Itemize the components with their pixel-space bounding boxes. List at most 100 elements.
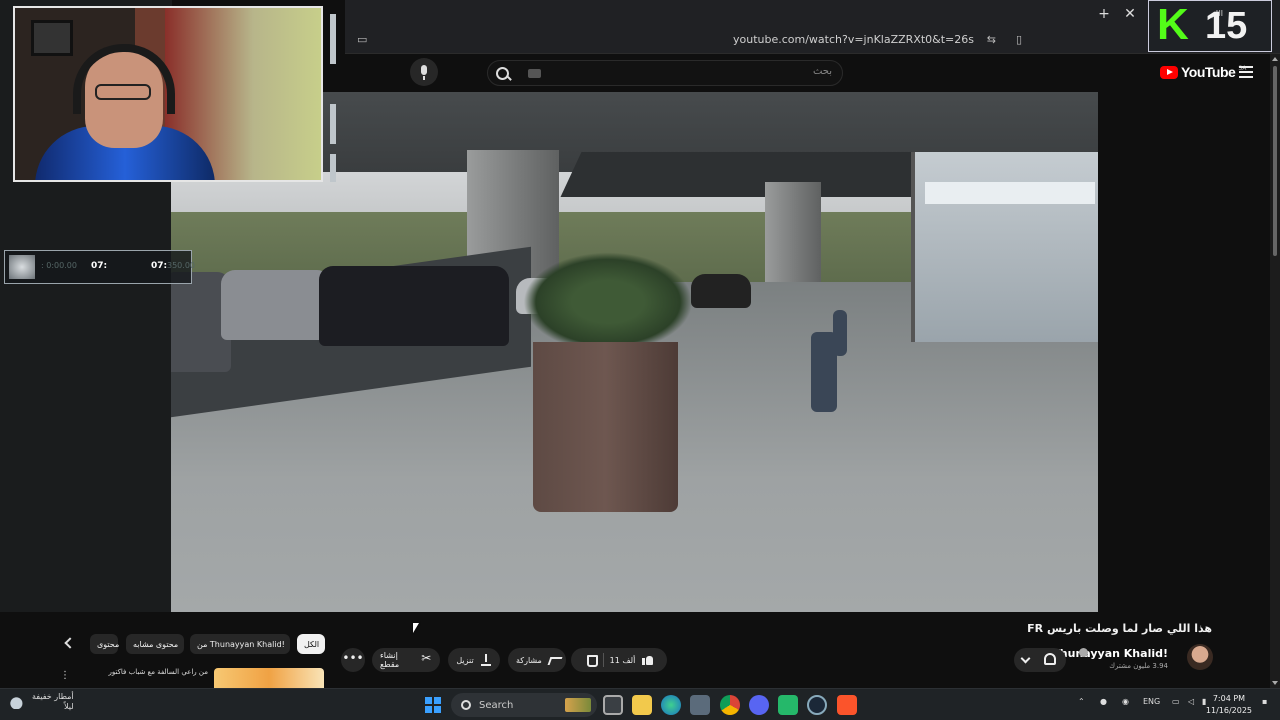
weather-line2: ليلاً	[64, 702, 74, 711]
brave-icon[interactable]	[837, 695, 857, 715]
wifi-icon[interactable]: ▭	[1172, 697, 1180, 706]
url-text[interactable]: youtube.com/watch?v=jnKlaZZRXt0&t=26s	[733, 33, 974, 46]
windows-start-icon[interactable]	[425, 697, 441, 713]
green-app-icon[interactable]	[778, 695, 798, 715]
like-count[interactable]: 11 ألف	[610, 656, 636, 665]
video-scene-car	[691, 274, 751, 308]
webcam-frame-decoration	[323, 4, 343, 189]
clock-time: 7:04 PM	[1212, 694, 1246, 703]
search-placeholder: بحث	[812, 66, 832, 77]
like-icon[interactable]	[641, 654, 654, 666]
video-title: هذا اللي صار لما وصلت باريس FR	[1027, 622, 1212, 635]
keyboard-icon[interactable]	[528, 69, 541, 78]
download-label: تنزيل	[456, 655, 474, 665]
file-explorer-icon[interactable]	[632, 695, 652, 715]
hud-label: 07:	[91, 261, 108, 271]
scroll-down-icon[interactable]	[1272, 681, 1278, 685]
volume-icon[interactable]: ◁	[1188, 697, 1194, 706]
channel-avatar[interactable]	[1187, 644, 1213, 670]
like-dislike-group: 11 ألف	[571, 648, 667, 672]
search-input[interactable]: بحث	[487, 60, 843, 86]
chevron-left-icon[interactable]	[64, 637, 76, 649]
chip-more[interactable]: محتوى	[90, 634, 119, 654]
channel-name[interactable]: Thunayyan Khalid!	[1052, 647, 1168, 660]
edge-icon[interactable]	[661, 695, 681, 715]
bell-icon	[1044, 653, 1056, 665]
video-scene-glass-entrance	[911, 152, 1098, 342]
recommended-more-icon[interactable]: ⋮	[60, 670, 70, 681]
video-scene-car	[221, 270, 331, 340]
windows-taskbar: أمطار خفيفة ليلاً Search ⌃ ● ◉ ENG ▭ ◁ ▮…	[0, 688, 1280, 720]
webcam-picture-frame	[31, 20, 73, 56]
hud-label: 07:	[151, 261, 168, 271]
more-actions-button[interactable]: •••	[341, 648, 365, 672]
scissors-icon	[421, 651, 432, 666]
verified-icon	[1079, 648, 1088, 657]
link-icon[interactable]: ⇆	[987, 33, 996, 46]
start-tile	[434, 697, 441, 704]
task-view-icon[interactable]	[603, 695, 623, 715]
menu-icon[interactable]	[1239, 66, 1253, 78]
mouse-cursor-icon	[413, 623, 419, 633]
webcam-streamer-glasses	[95, 84, 151, 100]
microphone-tray-icon[interactable]: ◉	[1122, 697, 1129, 706]
share-icon	[548, 654, 558, 666]
taskbar-search-label: Search	[479, 699, 514, 711]
search-icon[interactable]	[494, 65, 512, 83]
chip-from-channel[interactable]: من Thunayyan Khalid!	[190, 634, 290, 654]
page-scrollbar[interactable]	[1270, 54, 1280, 688]
weather-icon	[10, 695, 26, 709]
system-clock[interactable]: 7:04 PM 11/16/2025	[1206, 693, 1252, 717]
download-icon	[480, 654, 492, 666]
taskbar-search[interactable]: Search	[451, 693, 597, 717]
divider	[602, 653, 604, 667]
subscriber-count: 3.94 مليون مشترك	[1109, 662, 1168, 670]
scroll-thumb[interactable]	[1273, 66, 1277, 256]
chevron-up-icon[interactable]: ⌃	[1078, 697, 1085, 706]
chrome-icon[interactable]	[720, 695, 740, 715]
share-label: مشاركة	[516, 655, 542, 665]
youtube-logo[interactable]: YouTube SA	[1160, 64, 1246, 80]
video-scene-pillar	[765, 182, 821, 282]
youtube-play-icon	[1160, 65, 1178, 79]
recommended-video-title[interactable]: من راعي السالفة مع شباب فاكتور	[80, 668, 208, 676]
video-scene-planter	[533, 342, 678, 512]
search-icon	[461, 700, 471, 710]
stream-hud-widget: : 0:00.00 07: 07: 350.00	[4, 250, 195, 284]
screen-icon[interactable]: ▭	[357, 33, 367, 46]
start-tile	[425, 706, 432, 713]
video-scene-bollard	[833, 310, 847, 356]
notification-bell-button[interactable]	[1014, 648, 1066, 672]
youtube-logo-text: YouTube	[1181, 64, 1236, 80]
address-bar[interactable]: ▭ youtube.com/watch?v=jnKlaZZRXt0&t=26s …	[345, 28, 1280, 54]
frame-bar	[330, 104, 336, 144]
microphone-icon[interactable]	[410, 58, 438, 86]
notification-icon[interactable]: ▪	[1262, 697, 1267, 706]
plus-icon[interactable]: +	[1094, 4, 1114, 24]
bookmark-icon[interactable]: ▯	[1016, 33, 1022, 46]
scroll-up-icon[interactable]	[1272, 57, 1278, 61]
dislike-icon[interactable]	[585, 654, 598, 667]
video-scene-plant	[523, 252, 693, 352]
clip-label: إنشاء مقطع	[380, 651, 400, 669]
weather-line1: أمطار خفيفة	[32, 692, 74, 701]
network-app-icon[interactable]: ●	[1100, 697, 1107, 706]
hud-right-value: 350.00	[167, 261, 195, 270]
steam-icon[interactable]	[807, 695, 827, 715]
share-button[interactable]: مشاركة	[508, 648, 566, 672]
recommended-video-thumbnail[interactable]	[214, 668, 324, 690]
chip-related[interactable]: محتوى مشابه	[126, 634, 184, 654]
kick-number: 15	[1205, 5, 1248, 47]
weather-widget[interactable]: أمطار خفيفة ليلاً	[10, 692, 74, 712]
video-info-area: هذا اللي صار لما وصلت باريس FR Thunayyan…	[0, 612, 1270, 690]
discord-icon[interactable]	[749, 695, 769, 715]
language-indicator[interactable]: ENG	[1143, 697, 1160, 706]
video-scene-car	[319, 266, 509, 346]
clip-button[interactable]: إنشاء مقطع	[372, 648, 440, 672]
chip-all[interactable]: الكل	[297, 634, 325, 654]
hud-thumbnail	[9, 255, 35, 279]
start-tile	[425, 697, 432, 704]
download-button[interactable]: تنزيل	[448, 648, 500, 672]
close-icon[interactable]: ✕	[1120, 4, 1140, 24]
store-icon[interactable]	[690, 695, 710, 715]
